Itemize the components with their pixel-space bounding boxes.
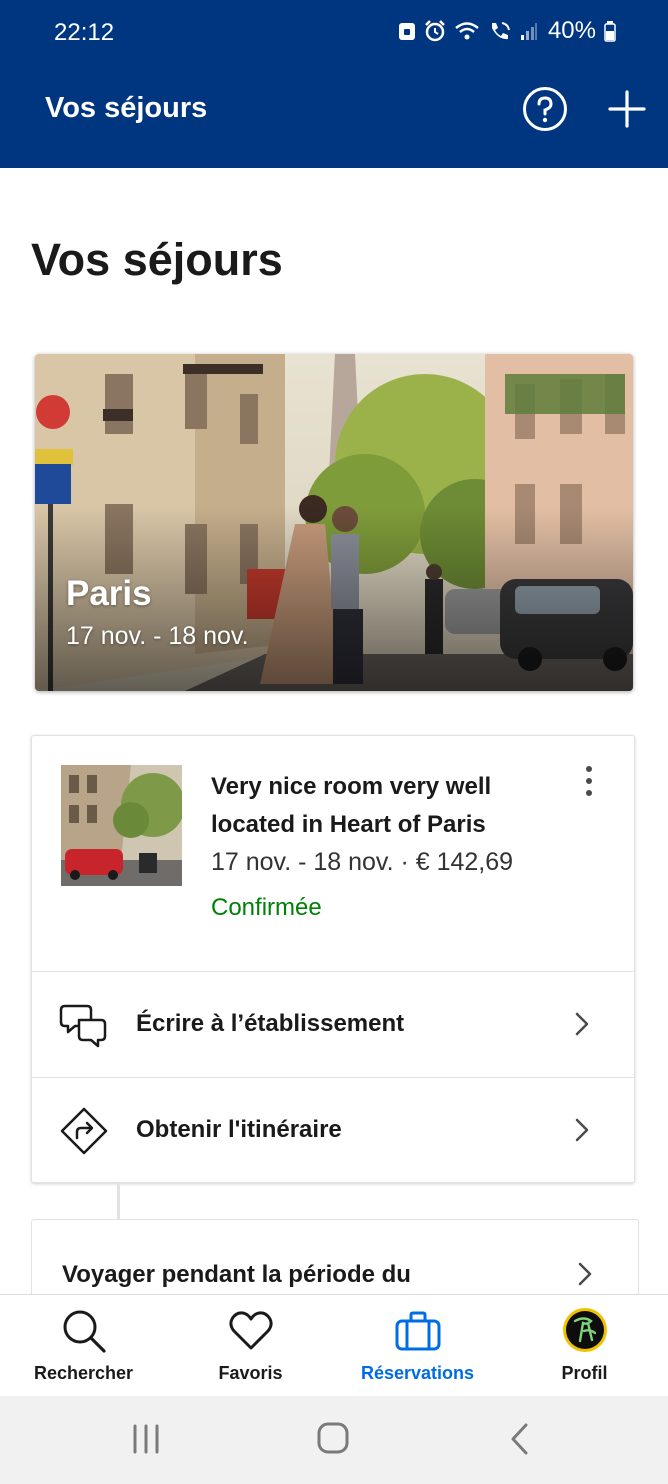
plus-icon[interactable]	[606, 88, 648, 130]
booking-card[interactable]: Very nice room very well located in Hear…	[31, 735, 635, 1183]
recent-apps-icon[interactable]	[126, 1422, 166, 1456]
property-thumbnail	[61, 765, 182, 886]
more-options-icon[interactable]	[577, 764, 601, 798]
wifi-icon	[455, 22, 479, 40]
signal-icon	[520, 23, 537, 40]
heart-icon	[228, 1311, 273, 1350]
lock-notification-icon	[398, 23, 415, 40]
home-icon[interactable]	[313, 1422, 353, 1456]
travel-period-label: Voyager pendant la période du	[62, 1261, 411, 1288]
search-icon	[63, 1310, 106, 1353]
chevron-right-icon	[575, 1118, 589, 1142]
app-bar-title: Vos séjours	[45, 92, 208, 124]
page-title: Vos séjours	[31, 234, 283, 285]
trip-dates: 17 nov. - 18 nov.	[66, 622, 249, 650]
nav-profile-label: Profil	[561, 1363, 608, 1383]
alarm-icon	[425, 20, 445, 42]
property-name[interactable]: Very nice room very well located in Hear…	[211, 768, 551, 844]
nav-favorites-label: Favoris	[218, 1363, 283, 1383]
nav-search[interactable]: Rechercher	[0, 1295, 167, 1397]
nav-bookings-label: Réservations	[360, 1363, 475, 1383]
bottom-navigation: Rechercher Favoris Réservations Profil	[0, 1294, 668, 1397]
app-bar: 22:12 40% Vos séjours	[0, 0, 668, 168]
status-icons: 40%	[398, 17, 616, 45]
help-circle-icon[interactable]	[522, 86, 568, 132]
directions-icon	[60, 1107, 108, 1155]
nav-search-label: Rechercher	[33, 1363, 134, 1383]
battery-icon	[604, 21, 616, 42]
status-time: 22:12	[54, 19, 115, 46]
nav-profile[interactable]: Profil	[501, 1295, 668, 1397]
suitcase-icon	[395, 1311, 440, 1351]
battery-percent: 40%	[547, 17, 596, 44]
message-property-label: Écrire à l’établissement	[136, 1010, 405, 1037]
get-directions-label: Obtenir l'itinéraire	[136, 1116, 342, 1143]
chat-bubbles-icon	[59, 1004, 107, 1048]
timeline-connector	[117, 1183, 120, 1219]
nav-bookings[interactable]: Réservations	[334, 1295, 501, 1397]
trip-city: Paris	[66, 574, 152, 613]
chevron-right-icon	[575, 1012, 589, 1036]
message-property-row[interactable]: Écrire à l’établissement	[32, 971, 634, 1076]
nav-favorites[interactable]: Favoris	[167, 1295, 334, 1397]
booking-dates-price: 17 nov. - 18 nov. · € 142,69	[211, 848, 514, 876]
avatar-icon	[562, 1308, 607, 1352]
booking-status: Confirmée	[211, 894, 322, 921]
chevron-right-icon	[578, 1262, 592, 1286]
wifi-call-icon	[491, 22, 510, 40]
trip-hero-card[interactable]: Paris 17 nov. - 18 nov.	[35, 354, 633, 691]
back-icon[interactable]	[500, 1422, 540, 1456]
get-directions-row[interactable]: Obtenir l'itinéraire	[32, 1077, 634, 1182]
system-navigation-bar	[0, 1396, 668, 1484]
